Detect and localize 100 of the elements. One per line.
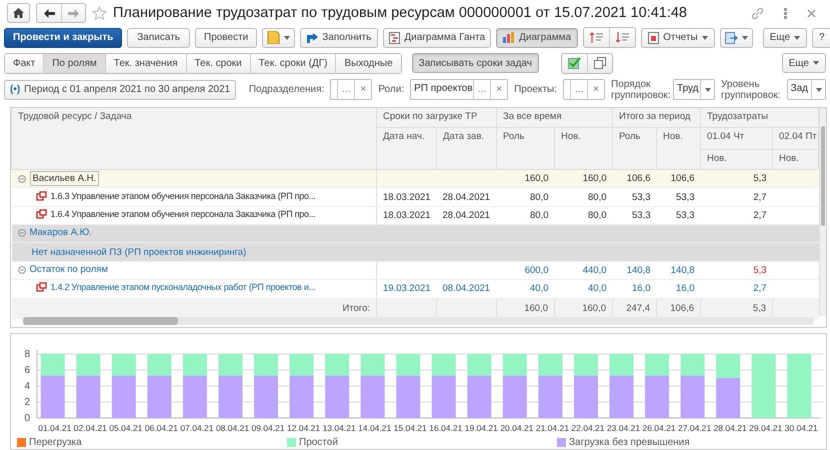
x-tick-label: 29.04.21 — [749, 422, 782, 433]
filter-field[interactable]: ... × — [563, 79, 606, 100]
table-row[interactable]: Остаток по ролям 600,0 440,0 140,8 140,8 5,3 — [12, 261, 819, 280]
export-menu-button[interactable] — [720, 28, 753, 48]
legend-label: Перегрузка — [29, 437, 82, 448]
more-menu-button[interactable]: Еще — [782, 53, 826, 74]
help-button[interactable]: ? — [812, 28, 830, 48]
x-tick-label: 28.04.21 — [714, 422, 747, 433]
clear-button[interactable]: × — [490, 80, 508, 100]
clear-button[interactable]: × — [587, 80, 604, 100]
filter-label: Проекты: — [514, 84, 558, 96]
total-cell: 247,4 — [626, 302, 650, 314]
save-button[interactable]: Записать — [127, 28, 190, 48]
caret-icon — [813, 61, 819, 66]
table-row[interactable]: Макаров А.Ю. — [12, 224, 819, 243]
more-menu-button[interactable]: Еще — [762, 28, 808, 48]
x-tick-label: 07.04.21 — [180, 422, 214, 433]
document-menu-button[interactable] — [262, 28, 296, 48]
table-cell: 80,0 — [588, 210, 607, 221]
sort-icon — [590, 32, 604, 44]
caret-icon — [284, 36, 290, 40]
row-label: 1.6.3 Управление этапом обучения персонала Заказчика (РП про... — [50, 190, 316, 201]
table-cell: 5,3 — [753, 264, 767, 276]
checkmark-icon — [568, 57, 581, 70]
sort-icon — [616, 32, 630, 44]
home-button[interactable] — [7, 3, 30, 24]
view-tab[interactable]: Выходные — [335, 54, 401, 73]
table-cell: 16,0 — [676, 283, 695, 294]
column-header: Роль — [612, 127, 657, 170]
post-and-close-button[interactable]: Провести и закрыть — [4, 28, 122, 48]
view-tab[interactable]: По ролям — [43, 54, 105, 73]
collapse-icon — [18, 228, 26, 237]
table-cell: 53,3 — [632, 210, 651, 221]
table-cell: 28.04.2021 — [442, 192, 490, 203]
table-cell: 160,0 — [582, 173, 607, 184]
dropdown-button[interactable] — [811, 80, 825, 100]
column-group-header: Трудозатраты — [700, 108, 819, 128]
column-header: Нов. — [656, 127, 701, 170]
arrow-icon — [307, 32, 318, 43]
clear-button[interactable]: × — [354, 80, 372, 100]
table-cell: 2,7 — [753, 210, 767, 221]
grouping-label: Уровень группировок: — [721, 78, 781, 101]
legend-label: Простой — [299, 437, 338, 448]
x-tick-label: 19.04.21 — [464, 422, 498, 433]
table-cell: 160,0 — [524, 173, 548, 184]
table-cell: 18.03.2021 — [383, 210, 431, 221]
table-cell: 140,8 — [626, 264, 651, 276]
filter-label: Подразделения: — [248, 84, 324, 96]
table-cell: 440,0 — [582, 264, 607, 276]
dropdown-button[interactable] — [700, 80, 714, 100]
x-tick-label: 12.04.21 — [287, 422, 320, 433]
row-label: 1.6.4 Управление этапом обучения персонала Заказчика (РП про... — [50, 208, 316, 219]
table-row[interactable]: 1.4.2 Управление этапом пусконаладочных работ (РП проектов и... 19.03.2021 08.04.2021 40,0 40,0 16,0 16,0 2,7 — [12, 280, 819, 298]
row-label: 1.4.2 Управление этапом пусконаладочных работ (РП проектов и... — [50, 282, 316, 292]
window-title: Планирование трудозатрат по трудовым ресурсам 000000001 от 15.07.2021 10:41:48 — [113, 5, 687, 22]
y-tick-label: 8 — [24, 348, 30, 360]
table-cell: 106,6 — [670, 173, 695, 184]
close-icon — [807, 8, 816, 18]
column-header: Нов. — [700, 149, 773, 170]
legend-label: Загрузка без превышения — [569, 437, 690, 448]
fill-button[interactable]: Заполнить — [300, 28, 378, 48]
filter-field[interactable]: ... × — [330, 79, 372, 100]
total-cell: 106,6 — [670, 302, 694, 314]
table-row[interactable]: Нет назначенной ПЗ (РП проектов инжиниринга) — [12, 242, 819, 262]
caret-icon — [794, 36, 800, 40]
caret-icon — [704, 88, 711, 92]
grouping-select[interactable]: Зад — [786, 79, 826, 100]
chart-bar — [752, 354, 776, 418]
table-cell: 19.03.2021 — [383, 283, 431, 294]
chart-toggle-button[interactable]: Диаграмма — [496, 28, 578, 48]
column-header: Роль — [496, 127, 554, 170]
report-icon — [648, 32, 660, 44]
table-row[interactable]: 1.6.4 Управление этапом обучения персонала Заказчика (РП про... 18.03.2021 28.04.2021 80,0 80,0 53,3 53,3 2,7 — [12, 206, 819, 225]
period-label: Период с 01 апреля 2021 по 30 апреля 2021 — [24, 84, 230, 96]
x-tick-label: 01.04.21 — [38, 422, 72, 433]
gantt-chart-button[interactable]: Диаграмма Ганта — [383, 28, 492, 48]
record-dates-toggle-button[interactable]: Записывать сроки задач — [412, 53, 539, 74]
caret-icon — [816, 88, 822, 92]
row-label: Васильев А.Н. — [30, 171, 100, 186]
column-group-header: Сроки по загрузке ТР — [376, 108, 496, 128]
table-row[interactable]: 1.6.3 Управление этапом обучения персонала Заказчика (РП про... 18.03.2021 28.04.2021 80,0 80,0 53,3 53,3 2,7 — [12, 188, 819, 206]
y-tick-label: 4 — [24, 380, 30, 392]
table-row[interactable]: Васильев А.Н. 160,0 160,0 106,6 106,6 5,3 — [12, 169, 819, 188]
column-group-header: За все время — [496, 108, 613, 128]
filter-field[interactable]: РП проектов ... × — [410, 79, 508, 100]
column-header: Дата нач. — [376, 127, 436, 170]
arrow-right-icon — [68, 8, 79, 18]
total-label: Итого: — [342, 302, 370, 314]
column-header: Трудовой ресурс / Задача — [12, 108, 376, 170]
column-header: Нов. — [554, 127, 613, 170]
caret-icon — [742, 36, 748, 40]
x-tick-label: 02.04.21 — [74, 422, 107, 433]
period-button[interactable]: (•) Период с 01 апреля 2021 по 30 апреля 2021 — [4, 80, 236, 100]
home-icon — [13, 8, 24, 18]
vertical-scrollbar[interactable] — [819, 108, 826, 316]
x-tick-label: 26.04.21 — [642, 422, 676, 433]
reports-menu-button[interactable]: Отчеты — [641, 28, 715, 48]
grouping-select[interactable]: Труд — [673, 79, 716, 100]
post-button[interactable]: Провести — [195, 28, 258, 48]
y-tick-label: 6 — [24, 364, 30, 376]
